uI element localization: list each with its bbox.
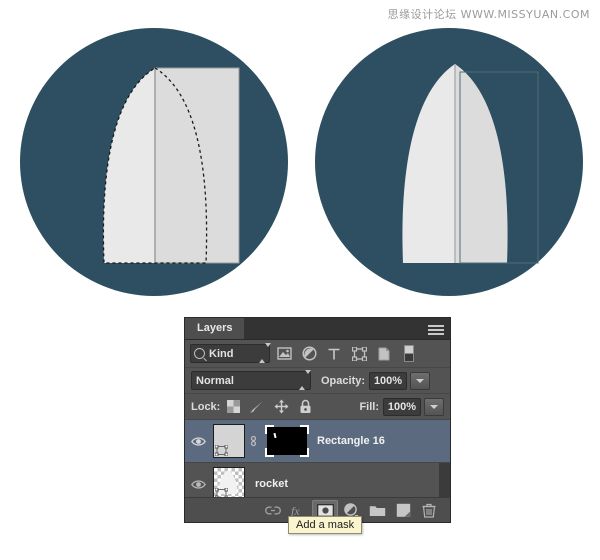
layer-filter-row: Kind (185, 340, 450, 368)
layer-shape-thumbnail[interactable] (213, 424, 245, 458)
blend-mode-value: Normal (196, 374, 234, 387)
vector-shape-badge-icon (214, 444, 229, 457)
illustration-left (12, 20, 288, 306)
nose-cone-right-half-final (455, 64, 508, 263)
filter-kind-label: Kind (209, 347, 234, 360)
opacity-value[interactable]: 100% (369, 371, 408, 390)
new-layer-icon[interactable] (390, 500, 416, 520)
blend-mode-row: Normal Opacity: 100% (185, 368, 450, 394)
lock-transparency-icon[interactable] (222, 398, 244, 416)
filter-pixel-icon[interactable] (273, 344, 295, 364)
mask-selected-corner-bl (265, 448, 274, 457)
layers-panel: Layers Kind Normal Opacity: 100% Lock: F… (185, 318, 450, 522)
tab-layers[interactable]: Layers (185, 318, 245, 339)
left-artwork-svg (102, 67, 240, 264)
filter-adjustment-icon[interactable] (298, 344, 320, 364)
layer-mask-link-icon[interactable] (248, 434, 259, 448)
fill-value[interactable]: 100% (383, 397, 421, 416)
lock-image-icon[interactable] (246, 398, 268, 416)
filter-kind-select[interactable]: Kind (190, 343, 271, 363)
link-layers-icon[interactable] (260, 500, 286, 520)
filter-type-icon[interactable] (323, 344, 345, 364)
nose-cone-left-half-final (402, 64, 455, 263)
blend-stepper-icon[interactable] (299, 370, 311, 390)
rectangle-overlay-fill (155, 68, 239, 263)
layer-name[interactable]: Rectangle 16 (317, 435, 385, 447)
right-artwork-svg (402, 64, 539, 264)
fill-label: Fill: (359, 400, 379, 413)
nose-cone-left-half (103, 68, 155, 263)
delete-layer-icon[interactable] (416, 500, 442, 520)
illustration-right (307, 20, 583, 306)
panel-menu-icon[interactable] (428, 322, 444, 335)
layer-list: Rectangle 16 rocket (185, 420, 450, 506)
lock-row: Lock: Fill: 100% (185, 394, 450, 420)
opacity-dropdown-button[interactable] (410, 371, 431, 390)
blend-mode-select[interactable]: Normal (191, 370, 311, 390)
panel-tab-strip: Layers (185, 318, 450, 340)
lock-position-icon[interactable] (270, 398, 292, 416)
updown-stepper-icon[interactable] (259, 343, 271, 363)
layer-mask-thumbnail[interactable] (265, 425, 309, 457)
layer-pixel-thumbnail[interactable] (213, 467, 245, 501)
filter-shape-icon[interactable] (348, 344, 370, 364)
search-icon (194, 348, 205, 359)
filter-smart-object-icon[interactable] (373, 344, 395, 364)
new-group-icon[interactable] (364, 500, 390, 520)
mask-selected-corner-br (300, 448, 309, 457)
mask-selected-corner-tr (300, 425, 309, 434)
fill-dropdown-button[interactable] (424, 397, 444, 416)
layer-visibility-toggle[interactable] (185, 479, 211, 490)
layer-visibility-toggle[interactable] (185, 436, 211, 447)
lock-all-icon[interactable] (294, 398, 316, 416)
opacity-label: Opacity: (321, 374, 366, 387)
table-row[interactable]: Rectangle 16 (185, 420, 450, 463)
filter-toggle-icon[interactable] (398, 344, 420, 364)
tooltip-add-a-mask: Add a mask (288, 516, 363, 534)
svg-text:fx: fx (291, 504, 300, 517)
mask-selected-corner-tl (265, 425, 274, 434)
layer-name[interactable]: rocket (255, 478, 288, 490)
lock-label: Lock: (191, 400, 221, 413)
